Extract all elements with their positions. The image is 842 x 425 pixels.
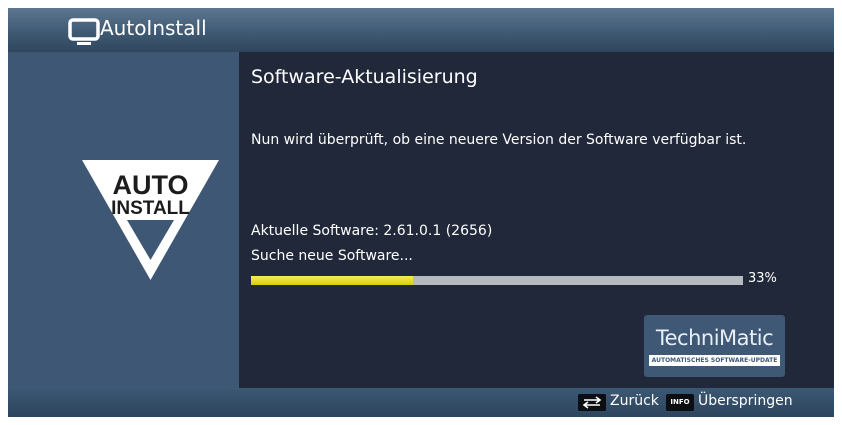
logo-text-auto: AUTO xyxy=(112,170,188,200)
progress-percent: 33% xyxy=(748,271,777,286)
info-key-icon[interactable]: INFO xyxy=(666,394,694,411)
tv-icon xyxy=(68,18,100,45)
technimatic-badge: TechniMatic AUTOMATISCHES SOFTWARE-UPDAT… xyxy=(644,315,785,377)
title-bar: AutoInstall xyxy=(8,8,834,52)
current-software-version: Aktuelle Software: 2.61.0.1 (2656) xyxy=(251,223,493,239)
status-message: Nun wird überprüft, ob eine neuere Versi… xyxy=(251,132,747,148)
page-heading: Software-Aktualisierung xyxy=(251,66,478,88)
skip-label[interactable]: Überspringen xyxy=(698,393,793,409)
progress-fill xyxy=(251,276,414,285)
logo-text-install: INSTALL xyxy=(111,198,190,219)
back-label[interactable]: Zurück xyxy=(610,393,659,409)
autoinstall-screen: AutoInstall AUTO INSTALL Software-Aktual… xyxy=(8,8,834,417)
brand-name: TechniMatic xyxy=(655,326,774,350)
search-status: Suche neue Software... xyxy=(251,248,413,264)
brand-tagline: AUTOMATISCHES SOFTWARE-UPDATE xyxy=(649,355,780,366)
footer-bar: Zurück INFO Überspringen xyxy=(8,388,834,417)
progress-bar xyxy=(251,276,743,285)
window-title: AutoInstall xyxy=(100,16,207,40)
autoinstall-logo: AUTO INSTALL xyxy=(82,160,219,280)
back-arrows-icon[interactable] xyxy=(578,394,606,411)
